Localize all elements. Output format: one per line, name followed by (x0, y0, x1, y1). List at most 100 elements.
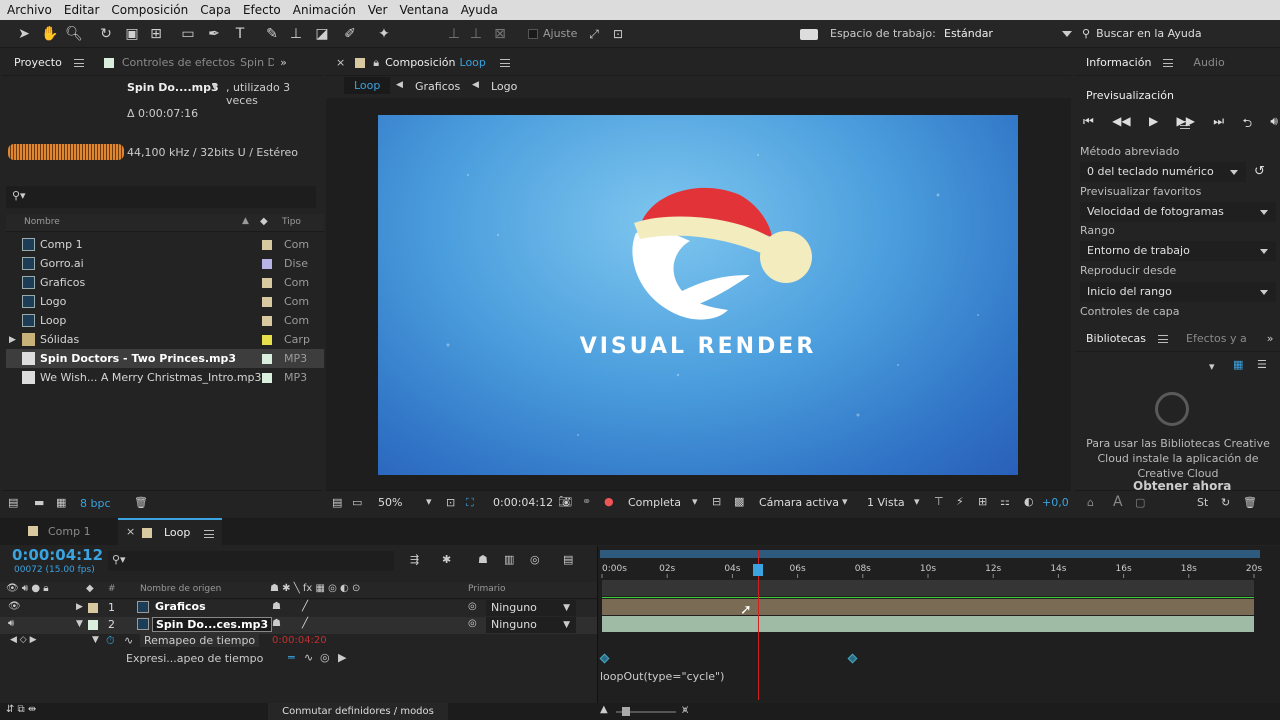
zoom-value[interactable]: 50% (378, 496, 402, 509)
help-search-input[interactable]: ⚲ Buscar en la Ayuda (1082, 24, 1272, 44)
tab-libraries[interactable]: Bibliotecas (1086, 332, 1146, 345)
show-snapshot-icon[interactable]: ⚭ (582, 495, 591, 508)
menu-ventana[interactable]: Ventana (392, 3, 453, 17)
expression-graph-icon[interactable]: ∿ (304, 651, 313, 664)
snap-edge-icon[interactable]: ⊡ (608, 24, 628, 44)
pick-whip-icon[interactable]: ◎ (468, 618, 477, 629)
menu-editar[interactable]: Editar (57, 3, 105, 17)
add-text-icon[interactable]: A (1113, 494, 1123, 510)
menu-ayuda[interactable]: Ayuda (454, 3, 503, 17)
quality-switch-icon[interactable]: ╱ (302, 618, 308, 629)
project-item[interactable]: Loop Com (6, 311, 324, 330)
sync-settings-icon[interactable] (800, 29, 818, 40)
monitor-icon[interactable]: ▭ (352, 496, 362, 509)
project-item[interactable]: Gorro.ai Dise (6, 254, 324, 273)
next-frame-icon[interactable]: ▶▶ (1177, 114, 1195, 134)
more-tabs-icon[interactable]: » (280, 56, 287, 69)
pick-whip-icon[interactable]: ◎ (320, 651, 330, 664)
zoom-in-icon[interactable]: ⩙ (682, 703, 688, 717)
menu-ver[interactable]: Ver (361, 3, 393, 17)
footer-toggle-icons[interactable]: ⇵ ⧉ ⇹ (6, 704, 36, 715)
pen-tool-icon[interactable]: ✒ (204, 24, 224, 44)
motion-blur-icon[interactable]: ◎ (530, 553, 540, 566)
shy-switch-icon[interactable]: ☗ (272, 618, 281, 629)
local-axis-icon[interactable]: ⊥ (444, 24, 464, 44)
layer-search-input[interactable]: ⚲▾ (108, 551, 394, 571)
workspace-dropdown-icon[interactable] (1062, 31, 1072, 37)
close-tab-icon[interactable]: × (126, 525, 135, 538)
loop-icon[interactable]: ⮌ (1242, 114, 1252, 134)
parent-dropdown[interactable]: Ninguno ▼ (486, 600, 576, 616)
zoom-tool-icon[interactable]: 🔍︎ (64, 24, 84, 44)
layer-row[interactable]: 🔊︎ ▼ 2 Spin Do...ces.mp3 ☗ ╱ ◎ Ninguno ▼ (0, 617, 597, 634)
pan-behind-tool-icon[interactable]: ⊞ (146, 24, 166, 44)
toggle-switches-modes-button[interactable]: Conmutar definidores / modos (268, 703, 448, 720)
layer-label-swatch[interactable] (88, 603, 98, 613)
panel-menu-icon[interactable] (499, 58, 510, 67)
col-name[interactable]: Nombre (24, 217, 60, 227)
tab-composition-name[interactable]: Loop (460, 56, 486, 69)
col-parent[interactable]: Primario (468, 584, 505, 594)
tab-effects-controls[interactable]: Controles de efectos (122, 56, 235, 69)
tab-loop[interactable]: Loop (164, 526, 190, 539)
speaker-icon[interactable]: 🔊︎ (8, 618, 14, 629)
fast-previews-icon[interactable]: ⚡ (956, 495, 964, 508)
add-graphic-icon[interactable]: ⌂ (1087, 496, 1094, 509)
keyframe-nav-icon[interactable]: ◀ ◇ ▶ (10, 635, 37, 645)
layer-name[interactable]: Spin Do...ces.mp3 (152, 617, 273, 632)
snap-checkbox[interactable] (528, 29, 538, 39)
snap-feature-icon[interactable]: ⤢ (584, 24, 604, 44)
project-item[interactable]: Graficos Com (6, 273, 324, 292)
layer-label-swatch[interactable] (88, 620, 98, 630)
world-axis-icon[interactable]: ⊥ (466, 24, 486, 44)
graph-editor-icon[interactable]: ▤ (563, 553, 573, 566)
panel-menu-icon[interactable] (1163, 58, 1174, 67)
shy-switch-icon[interactable]: ☗ (272, 601, 281, 612)
crumb-graficos[interactable]: Graficos (415, 80, 460, 93)
expression-enable-icon[interactable]: ═ (288, 651, 295, 664)
snapshot-icon[interactable]: 📷︎ (558, 495, 572, 508)
file-dropdown-icon[interactable]: ▾ (212, 80, 218, 93)
pick-whip-icon[interactable]: ◎ (468, 601, 477, 612)
selection-tool-icon[interactable]: ➤ (14, 24, 34, 44)
sync-icon[interactable]: ↻ (1221, 496, 1230, 509)
region-icon[interactable]: ⛶ (466, 496, 474, 510)
tab-loop-container[interactable]: × Loop (118, 518, 222, 545)
fit-icon[interactable]: ⊡ (446, 496, 455, 509)
rectangle-tool-icon[interactable]: ▭ (178, 24, 198, 44)
more-tabs-icon[interactable]: » (1267, 332, 1274, 345)
trash-icon[interactable]: 🗑︎ (134, 496, 148, 509)
menu-capa[interactable]: Capa (193, 3, 236, 17)
clone-stamp-tool-icon[interactable]: ⊥ (286, 24, 306, 44)
keyframe-start[interactable] (599, 653, 610, 664)
tab-audio[interactable]: Audio (1193, 56, 1224, 69)
work-area-bar[interactable] (600, 550, 1260, 558)
twirl-closed-icon[interactable]: ▶ (76, 602, 83, 612)
timeline-icon[interactable]: ⊞ (978, 495, 987, 508)
first-frame-icon[interactable]: ⏮ (1083, 114, 1094, 134)
eye-icon[interactable]: 👁︎ (8, 601, 21, 612)
method-dropdown[interactable]: 0 del teclado numérico (1080, 162, 1246, 182)
favorites-dropdown[interactable]: Velocidad de fotogramas (1080, 202, 1276, 222)
time-remap-value[interactable]: 0:00:04:20 (272, 635, 327, 646)
camera-tool-icon[interactable]: ▣ (122, 24, 142, 44)
grid-view-icon[interactable]: ▦ (1233, 358, 1243, 371)
always-preview-icon[interactable]: ▤ (332, 496, 342, 509)
stopwatch-icon[interactable]: ⏱︎ (106, 634, 115, 648)
draft-3d-icon[interactable]: ✱ (442, 553, 451, 566)
exposure-value[interactable]: +0,0 (1042, 496, 1069, 509)
project-item[interactable]: We Wish... A Merry Christmas_Intro.mp3 MP… (6, 368, 324, 387)
mute-icon[interactable]: 🔊︎ (1270, 114, 1278, 134)
graph-icon[interactable]: ∿ (124, 634, 133, 647)
text-tool-icon[interactable]: T (230, 24, 250, 44)
brush-tool-icon[interactable]: ✎ (262, 24, 282, 44)
col-source-name[interactable]: Nombre de origen (140, 584, 221, 594)
views-value[interactable]: 1 Vista (867, 496, 905, 509)
rotate-tool-icon[interactable]: ↻ (96, 24, 116, 44)
lock-icon[interactable]: 🔒︎ (373, 56, 379, 70)
roto-brush-tool-icon[interactable]: ✐ (340, 24, 360, 44)
layer-bar-audio[interactable] (602, 616, 1254, 632)
panel-menu-icon[interactable] (204, 530, 214, 538)
project-item[interactable]: Spin Doctors - Two Princes.mp3 MP3 (6, 349, 324, 368)
twirl-open-icon[interactable]: ▼ (92, 635, 99, 645)
